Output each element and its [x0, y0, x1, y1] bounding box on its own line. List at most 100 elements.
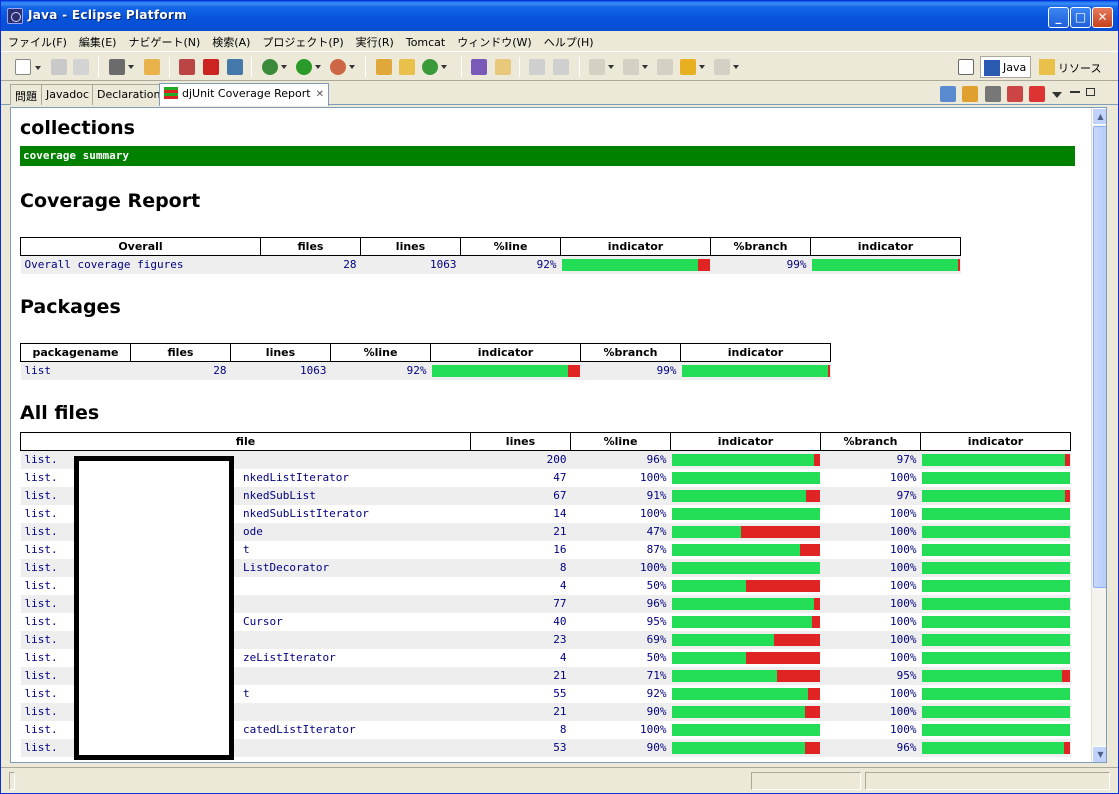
refresh-icon[interactable]: [962, 86, 978, 102]
previous-annotation-icon[interactable]: [623, 59, 648, 75]
back-arrow-icon[interactable]: [680, 59, 705, 75]
scroll-up-arrow-icon[interactable]: ▲: [1092, 108, 1106, 125]
files-cell: 28: [130, 361, 231, 380]
filter-icon[interactable]: [1029, 86, 1045, 102]
run-icon[interactable]: [296, 59, 321, 75]
java-perspective-button[interactable]: Java: [980, 56, 1032, 78]
lines-cell: 21: [470, 702, 571, 721]
branch-coverage-bar: [921, 543, 1070, 556]
line-pct-cell: 50%: [570, 576, 671, 595]
close-button[interactable]: ✕: [1092, 7, 1113, 28]
clear-icon[interactable]: [1007, 86, 1023, 102]
tab-declaration[interactable]: Declaration: [92, 84, 166, 105]
window-title: Java - Eclipse Platform: [28, 8, 187, 22]
overall-table: Overall files lines %line indicator %bra…: [20, 237, 961, 274]
col-line-indicator: indicator: [430, 343, 581, 362]
tab-javadoc[interactable]: Javadoc: [41, 84, 94, 105]
show-whitespace-icon[interactable]: [553, 59, 569, 75]
last-edit-icon[interactable]: [657, 59, 673, 75]
branch-coverage-bar: [921, 579, 1070, 592]
col-branch-pct: %branch: [820, 432, 921, 451]
line-pct-cell: 90%: [570, 702, 671, 721]
eclipse-window: Java - Eclipse Platform _ □ ✕ ファイル(F) 編集(…: [0, 0, 1119, 794]
vertical-scrollbar[interactable]: ▲ ▼: [1091, 108, 1106, 762]
col-line-indicator: indicator: [670, 432, 821, 451]
line-pct-cell: 100%: [570, 504, 671, 523]
open-task-icon[interactable]: [471, 59, 487, 75]
col-branch-pct: %branch: [710, 237, 811, 256]
status-handle[interactable]: [9, 772, 15, 790]
next-annotation-icon[interactable]: [589, 59, 614, 75]
line-coverage-bar: [671, 687, 820, 700]
minimize-button[interactable]: _: [1048, 7, 1069, 28]
menu-edit[interactable]: 編集(E): [72, 31, 122, 50]
status-bar: [1, 767, 1118, 793]
line-coverage-bar: [671, 633, 820, 646]
search-icon[interactable]: [495, 59, 511, 75]
close-tab-icon[interactable]: ✕: [316, 89, 324, 100]
djunit-stop-icon[interactable]: [203, 59, 219, 75]
menu-window[interactable]: ウィンドウ(W): [450, 31, 536, 50]
djunit-report-icon[interactable]: [227, 59, 243, 75]
col-files: files: [130, 343, 231, 362]
line-coverage-bar: [431, 364, 580, 377]
tab-djunit-coverage-report[interactable]: djUnit Coverage Report ✕: [159, 83, 329, 106]
line-pct-cell: 100%: [570, 720, 671, 739]
line-coverage-bar: [671, 489, 820, 502]
line-coverage-bar: [671, 543, 820, 556]
branch-coverage-bar: [921, 471, 1070, 484]
hierarchy-icon[interactable]: [109, 59, 134, 75]
line-pct-cell: 91%: [570, 486, 671, 505]
menu-project[interactable]: プロジェクト(P): [255, 31, 348, 50]
forward-arrow-icon[interactable]: [714, 59, 739, 75]
package-link[interactable]: list: [20, 361, 131, 380]
branch-pct-cell: 95%: [820, 666, 921, 685]
lines-cell: 67: [470, 486, 571, 505]
line-coverage-bar: [671, 741, 820, 754]
scrollbar-thumb[interactable]: [1093, 126, 1106, 588]
scroll-down-arrow-icon[interactable]: ▼: [1092, 746, 1106, 762]
new-package-icon[interactable]: [376, 59, 392, 75]
export-icon[interactable]: [940, 86, 956, 102]
open-type-icon[interactable]: [144, 59, 160, 75]
menu-file[interactable]: ファイル(F): [1, 31, 72, 50]
toggle-mark-icon[interactable]: [529, 59, 545, 75]
menu-run[interactable]: 実行(R): [349, 31, 399, 50]
menu-tomcat[interactable]: Tomcat: [399, 33, 450, 49]
overall-name[interactable]: Overall coverage figures: [20, 255, 261, 274]
col-branch-pct: %branch: [580, 343, 681, 362]
resource-perspective-icon: [1039, 59, 1055, 75]
djunit-run-icon[interactable]: [179, 59, 195, 75]
new-icon[interactable]: [15, 59, 41, 75]
print-icon[interactable]: [73, 59, 89, 75]
maximize-view-icon[interactable]: [1086, 88, 1095, 96]
remove-icon[interactable]: [985, 86, 1001, 102]
branch-coverage-bar: [921, 597, 1070, 610]
resource-perspective-button[interactable]: リソース: [1036, 56, 1105, 78]
view-menu-icon[interactable]: [1052, 92, 1062, 98]
title-bar[interactable]: Java - Eclipse Platform _ □ ✕: [1, 1, 1118, 31]
line-coverage-bar: [671, 471, 820, 484]
table-row: list 28 1063 92% 99%: [20, 361, 831, 380]
maximize-button[interactable]: □: [1070, 7, 1091, 28]
menu-help[interactable]: ヘルプ(H): [537, 31, 599, 50]
branch-pct-cell: 100%: [820, 558, 921, 577]
menu-navigate[interactable]: ナビゲート(N): [121, 31, 205, 50]
line-pct-cell: 100%: [570, 468, 671, 487]
minimize-view-icon[interactable]: [1070, 91, 1080, 93]
all-files-heading: All files: [20, 402, 100, 424]
new-class-icon[interactable]: [399, 59, 415, 75]
new-class-wizard-icon[interactable]: [422, 59, 447, 75]
open-perspective-icon[interactable]: [958, 59, 974, 75]
col-branch-indicator: indicator: [920, 432, 1071, 451]
coverage-report-view[interactable]: collections coverage summary Coverage Re…: [10, 107, 1107, 763]
branch-coverage-bar: [921, 507, 1070, 520]
menu-search[interactable]: 検索(A): [205, 31, 255, 50]
debug-icon[interactable]: [262, 59, 287, 75]
branch-pct-cell: 100%: [820, 522, 921, 541]
branch-pct-cell: 100%: [820, 684, 921, 703]
tab-problems[interactable]: 問題: [10, 84, 42, 105]
save-icon[interactable]: [51, 59, 67, 75]
lines-cell: 77: [470, 594, 571, 613]
external-tools-icon[interactable]: [330, 59, 355, 75]
